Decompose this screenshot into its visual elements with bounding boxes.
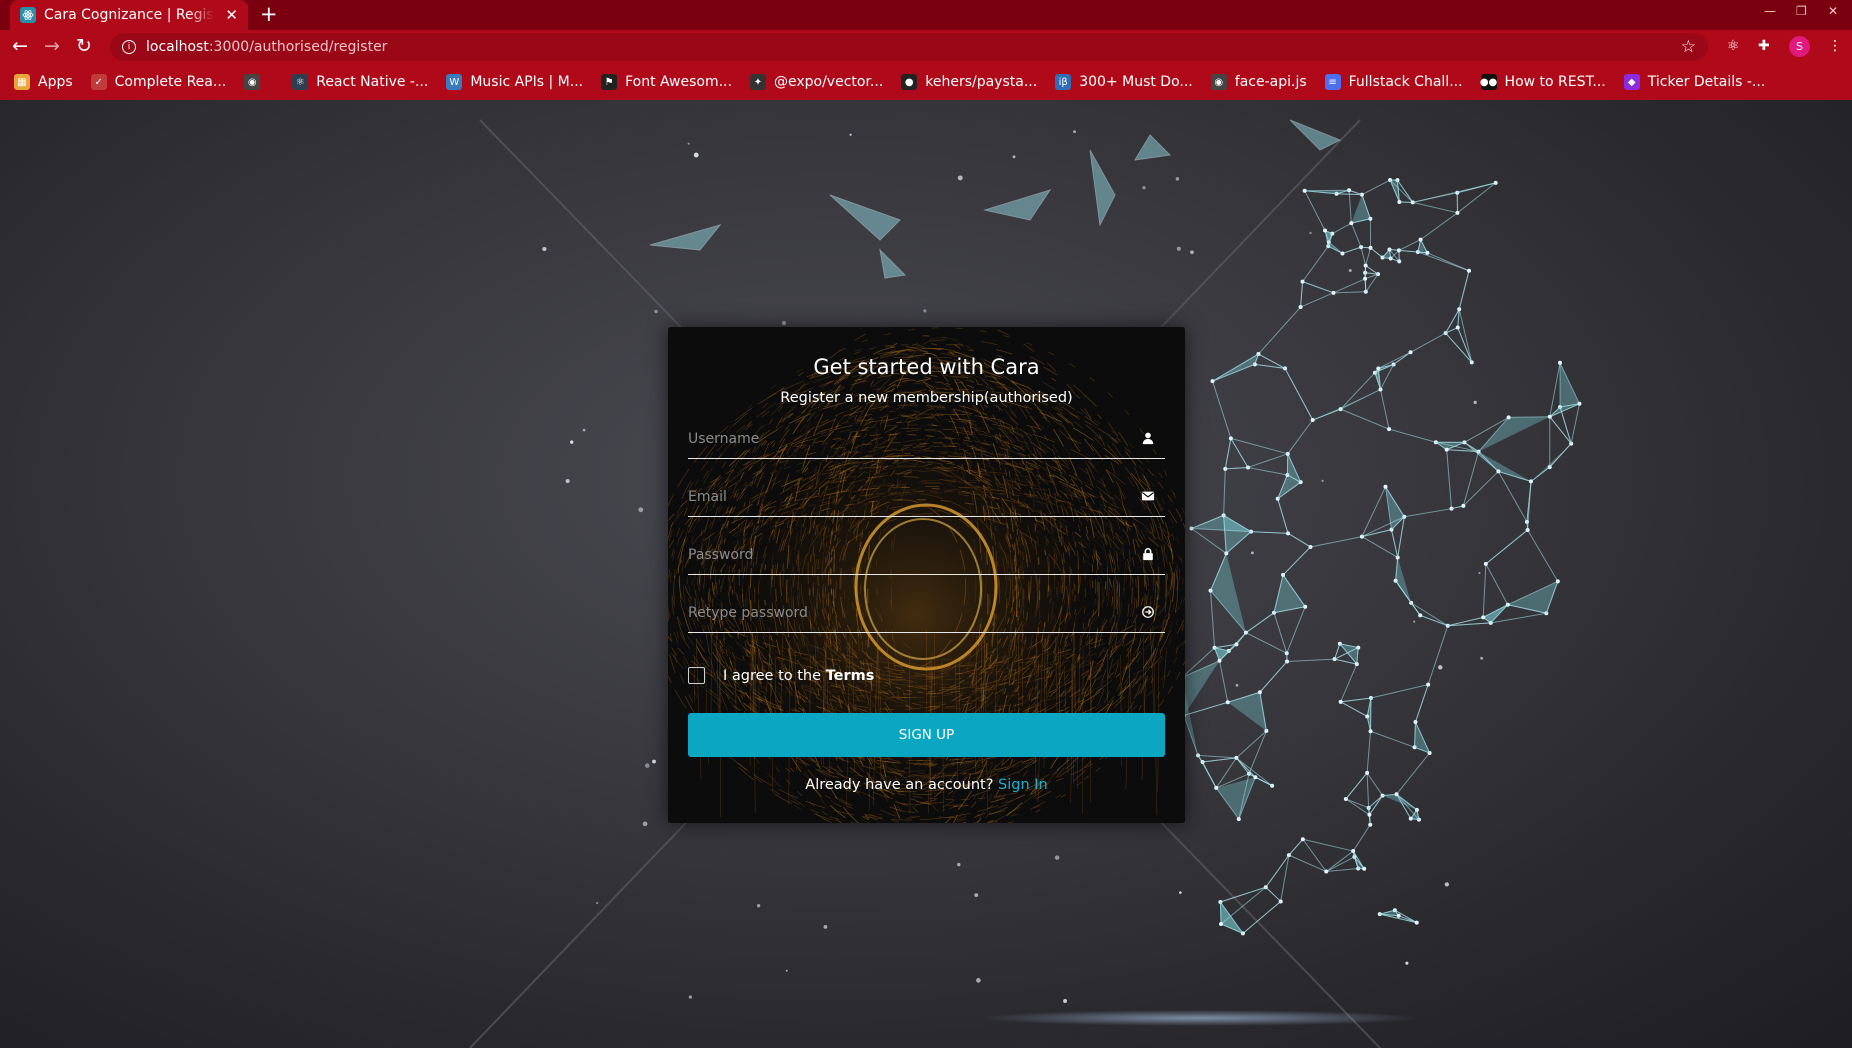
terms-label: I agree to the Terms xyxy=(723,667,875,684)
forward-icon[interactable]: → xyxy=(44,35,60,57)
user-icon xyxy=(1142,432,1154,445)
address-bar[interactable]: i localhost:3000/authorised/register ☆ xyxy=(110,33,1708,61)
profile-avatar[interactable]: S xyxy=(1789,36,1810,57)
browser-chrome: Cara Cognizance | Register ✕ + — ❐ ✕ ← →… xyxy=(0,0,1852,100)
bookmark-label: 300+ Must Do... xyxy=(1079,74,1193,90)
react-favicon-icon xyxy=(20,7,36,23)
apps-grid-icon: ▦ xyxy=(14,74,30,90)
extensions-puzzle-icon[interactable]: ✚ xyxy=(1758,38,1770,54)
react-native-icon: ⚛ xyxy=(292,74,309,90)
new-tab-button[interactable]: + xyxy=(260,2,278,26)
ib-icon: iβ xyxy=(1055,74,1072,90)
bookmark-item[interactable]: ▦ Apps xyxy=(14,74,73,90)
react-devtools-icon[interactable]: ⚛ xyxy=(1727,38,1740,54)
minimize-icon[interactable]: — xyxy=(1764,4,1776,18)
bookmark-label: React Native -... xyxy=(316,74,429,90)
retype-password-input[interactable] xyxy=(688,601,1128,625)
globe-icon: ◉ xyxy=(244,74,261,90)
bookmark-label: Fullstack Chall... xyxy=(1348,74,1463,90)
bookmark-item[interactable]: ● kehers/paysta... xyxy=(901,74,1037,90)
retype-password-field xyxy=(688,593,1165,633)
password-field xyxy=(688,535,1165,575)
restore-icon[interactable]: ❐ xyxy=(1796,4,1807,18)
bookmark-label: Music APIs | M... xyxy=(470,74,584,90)
form-title: Get started with Cara xyxy=(813,355,1040,379)
bookmark-star-icon[interactable]: ☆ xyxy=(1681,37,1696,57)
bookmark-item[interactable]: ≡ Fullstack Chall... xyxy=(1324,74,1463,90)
browser-tab[interactable]: Cara Cognizance | Register ✕ xyxy=(10,0,248,30)
sign-in-icon xyxy=(1142,606,1154,618)
email-input[interactable] xyxy=(688,485,1128,509)
reload-icon[interactable]: ↻ xyxy=(76,35,92,57)
menu-kebab-icon[interactable]: ⋮ xyxy=(1828,38,1842,54)
bookmark-label: @expo/vector... xyxy=(773,74,884,90)
bookmark-label: Complete Rea... xyxy=(114,74,227,90)
tab-strip: Cara Cognizance | Register ✕ + — ❐ ✕ xyxy=(0,0,1852,30)
expo-icon: ✦ xyxy=(749,74,766,90)
bookmark-label: Apps xyxy=(38,74,73,90)
sign-in-link[interactable]: Sign In xyxy=(998,777,1048,793)
bookmark-label: Ticker Details -... xyxy=(1647,74,1766,90)
username-field xyxy=(688,419,1165,459)
bookmark-item[interactable]: ◉ face-api.js xyxy=(1210,74,1307,90)
bookmark-label: face-api.js xyxy=(1234,74,1307,90)
terms-link[interactable]: Terms xyxy=(826,668,875,684)
lock-icon xyxy=(1143,548,1153,561)
bookmark-item[interactable]: ◆ Ticker Details -... xyxy=(1623,74,1766,90)
page-background: Get started with Cara Register a new mem… xyxy=(0,100,1852,1048)
doc-icon: ≡ xyxy=(1324,74,1341,90)
bookmark-item[interactable]: ◉ xyxy=(244,74,268,90)
react-icon: ✓ xyxy=(90,74,107,90)
sign-up-button[interactable]: SIGN UP xyxy=(688,713,1165,757)
username-input[interactable] xyxy=(688,427,1128,451)
form-subtitle: Register a new membership(authorised) xyxy=(780,390,1073,406)
globe-icon: ◉ xyxy=(1210,74,1227,90)
bookmarks-bar: ▦ Apps ✓ Complete Rea... ◉ ⚛ React Native -...… xyxy=(0,64,1852,100)
github-icon: ● xyxy=(901,74,918,90)
wordpress-icon: W xyxy=(446,74,463,90)
register-card: Get started with Cara Register a new mem… xyxy=(668,327,1185,823)
bookmark-item[interactable]: ✦ @expo/vector... xyxy=(749,74,884,90)
window-close-icon[interactable]: ✕ xyxy=(1828,4,1838,18)
register-form: Get started with Cara Register a new mem… xyxy=(668,327,1185,823)
flag-icon: ⚑ xyxy=(601,74,618,90)
site-info-icon[interactable]: i xyxy=(122,40,136,54)
email-field xyxy=(688,477,1165,517)
tab-title: Cara Cognizance | Register xyxy=(44,7,214,23)
close-tab-icon[interactable]: ✕ xyxy=(225,6,238,24)
bookmark-label: Font Awesom... xyxy=(625,74,732,90)
envelope-icon xyxy=(1141,491,1155,501)
bookmark-item[interactable]: ●● How to REST... xyxy=(1480,74,1606,90)
ticker-icon: ◆ xyxy=(1623,74,1640,90)
url-text: localhost:3000/authorised/register xyxy=(146,39,388,55)
bookmark-item[interactable]: iβ 300+ Must Do... xyxy=(1055,74,1193,90)
bookmark-item[interactable]: ⚑ Font Awesom... xyxy=(601,74,732,90)
medium-icon: ●● xyxy=(1480,74,1497,90)
password-input[interactable] xyxy=(688,543,1128,567)
back-icon[interactable]: ← xyxy=(12,35,28,57)
browser-toolbar: ← → ↻ i localhost:3000/authorised/regist… xyxy=(0,30,1852,64)
bookmark-item[interactable]: ⚛ React Native -... xyxy=(292,74,428,90)
terms-row: I agree to the Terms xyxy=(688,667,874,684)
terms-checkbox[interactable] xyxy=(688,667,705,684)
bookmark-label: How to REST... xyxy=(1504,74,1606,90)
bookmark-item[interactable]: W Music APIs | M... xyxy=(446,74,583,90)
bookmark-label: kehers/paysta... xyxy=(925,74,1038,90)
signin-prompt: Already have an account? Sign In xyxy=(805,777,1048,793)
bookmark-item[interactable]: ✓ Complete Rea... xyxy=(90,74,227,90)
